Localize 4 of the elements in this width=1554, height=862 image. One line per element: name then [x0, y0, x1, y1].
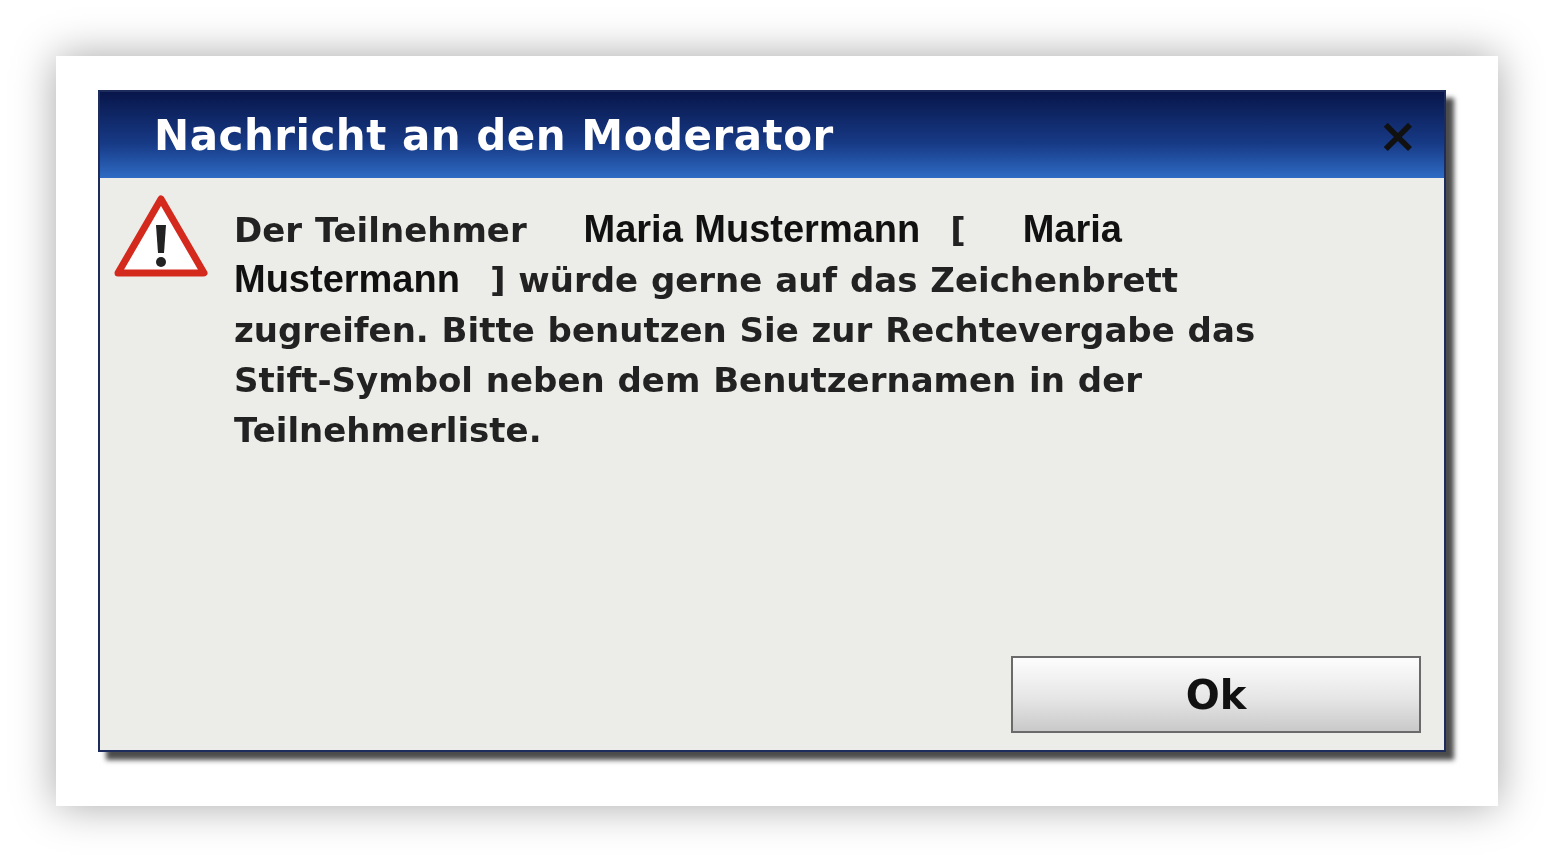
window-title: Nachricht an den Moderator	[154, 110, 834, 160]
ok-button[interactable]: Ok	[1011, 656, 1421, 733]
warning-icon	[114, 195, 208, 279]
message-text: Der Teilnehmer Maria Mustermann [ Maria Mustermann ] würde gerne auf das Zeichenbrett zugreifen. Bitte benutzen Sie zur Rechtevergabe das Stift-Symbol neben dem Benutzernamen in der Teilnehmerliste.	[234, 207, 1257, 452]
